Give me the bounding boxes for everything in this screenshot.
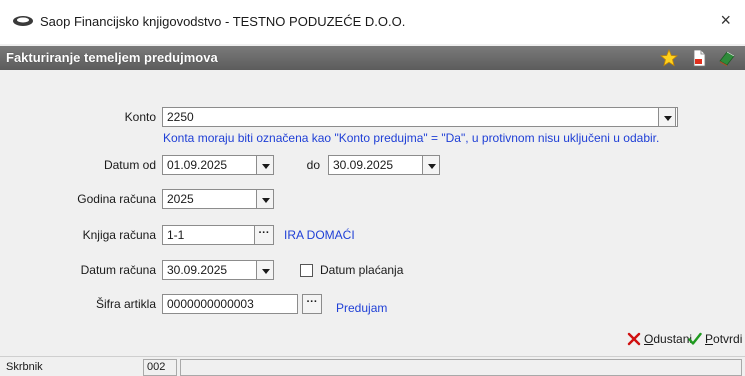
godina-racuna-label: Godina računa [77, 192, 156, 206]
window-titlebar: Saop Financijsko knjigovodstvo - TESTNO … [0, 0, 745, 44]
close-icon[interactable]: × [720, 10, 731, 31]
sifra-artikla-lookup-button[interactable]: ··· [302, 294, 322, 314]
knjiga-racuna-label: Knjiga računa [82, 228, 156, 242]
datum-do-dropdown-button[interactable] [422, 155, 440, 175]
star-icon[interactable] [660, 49, 678, 67]
datum-od-label: Datum od [103, 158, 156, 172]
cancel-button-label: Odustani [644, 332, 693, 346]
confirm-button[interactable]: Potvrdi [688, 332, 742, 346]
form-body: Konto 2250 Konta moraju biti označena ka… [0, 70, 745, 328]
check-icon [688, 332, 702, 345]
books-icon[interactable] [718, 49, 736, 67]
datum-placanja-label: Datum plaćanja [320, 263, 404, 277]
knjiga-racuna-lookup-button[interactable]: ··· [254, 225, 274, 245]
konto-dropdown-button[interactable] [658, 107, 676, 127]
status-code: 002 [143, 359, 177, 376]
sifra-artikla-label: Šifra artikla [95, 297, 156, 311]
form-title: Fakturiranje temeljem predujmova [6, 50, 218, 65]
button-bar: Odustani Potvrdi [0, 328, 745, 354]
form-header: Fakturiranje temeljem predujmova [0, 46, 745, 70]
datum-placanja-checkbox[interactable] [300, 264, 313, 277]
datum-racuna-dropdown-button[interactable] [256, 260, 274, 280]
status-bar: Skrbnik 002 [0, 356, 745, 376]
confirm-button-label: Potvrdi [705, 332, 743, 346]
sifra-artikla-description: Predujam [336, 301, 388, 315]
datum-racuna-label: Datum računa [80, 263, 156, 277]
knjiga-racuna-description: IRA DOMAĆI [284, 228, 355, 242]
sifra-artikla-field[interactable]: 0000000000003 [162, 294, 298, 314]
saop-logo-icon [13, 16, 33, 26]
cancel-x-icon [627, 332, 641, 346]
cancel-button[interactable]: Odustani [627, 332, 692, 346]
document-icon[interactable] [690, 49, 708, 67]
datum-do-label: do [306, 158, 320, 172]
window-title: Saop Financijsko knjigovodstvo - TESTNO … [40, 14, 406, 29]
godina-racuna-dropdown-button[interactable] [256, 189, 274, 209]
konto-note: Konta moraju biti označena kao "Konto pr… [163, 131, 660, 145]
datum-od-dropdown-button[interactable] [256, 155, 274, 175]
status-user: Skrbnik [2, 359, 142, 376]
status-message [180, 359, 742, 376]
konto-select[interactable]: 2250 [162, 107, 678, 127]
konto-label: Konto [124, 110, 156, 124]
